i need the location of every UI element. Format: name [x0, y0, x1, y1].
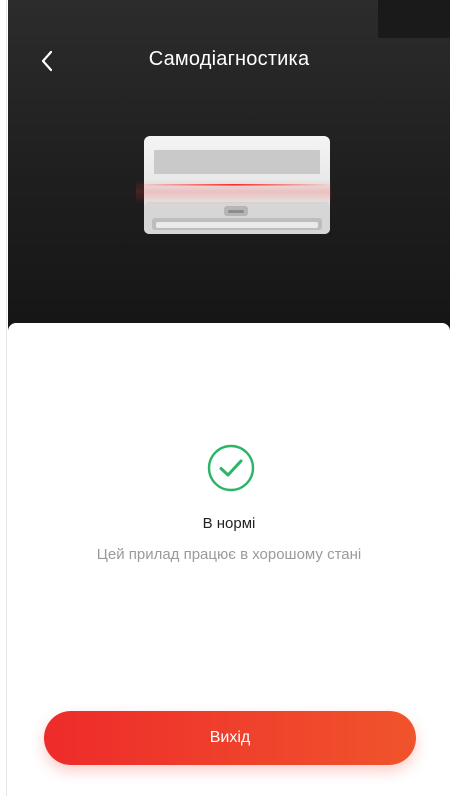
status-description: Цей прилад працює в хорошому стані	[96, 546, 362, 563]
diagnostic-header: Самодіагностика	[8, 0, 450, 340]
status-bar-area	[378, 0, 450, 38]
left-edge-line	[6, 0, 7, 796]
page-title: Самодіагностика	[148, 48, 310, 70]
check-circle-icon	[207, 444, 255, 492]
app-screen: Самодіагностика В нормі Цей прилад працю…	[0, 0, 450, 796]
exit-button[interactable]: Вихід	[44, 711, 416, 765]
air-conditioner-illustration	[136, 136, 331, 234]
status-title: В нормі	[202, 515, 256, 532]
